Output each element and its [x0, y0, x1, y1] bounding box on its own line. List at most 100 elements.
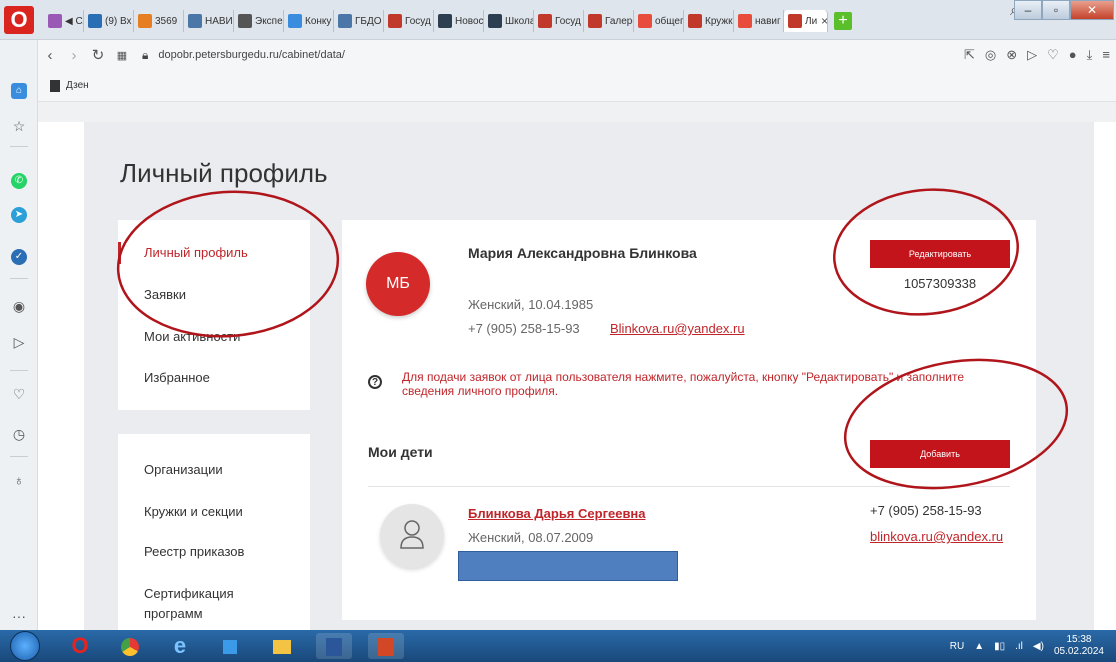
home-icon[interactable]: ⌂ [0, 80, 38, 99]
reload-icon[interactable]: ↻ [86, 46, 110, 64]
whatsapp-icon[interactable]: ✆ [0, 170, 38, 189]
profile-email-link[interactable]: Blinkova.ru@yandex.ru [610, 321, 745, 336]
tab-label: ◀ Сл [65, 15, 83, 27]
new-tab-button[interactable]: + [834, 12, 852, 30]
tab-label: Школа [505, 15, 534, 27]
powerpoint-taskbar-icon[interactable] [368, 633, 404, 659]
snapshot-icon[interactable]: ◎ [985, 47, 996, 63]
tab-favicon-icon [138, 14, 152, 28]
opera-menu-button[interactable]: O [4, 6, 34, 34]
redaction-box [458, 551, 678, 581]
profile-card: МБ Мария Александровна Блинкова Женский,… [342, 220, 1036, 620]
menu-item-activities[interactable]: Мои активности [144, 329, 240, 344]
volume-icon[interactable]: ◀) [1033, 641, 1044, 652]
menu-item-clubs[interactable]: Кружки и секции [144, 504, 243, 519]
sidebar-separator [10, 370, 28, 371]
tab-label: Новос [455, 15, 484, 27]
chrome-taskbar-icon[interactable] [112, 633, 148, 659]
ie-taskbar-icon[interactable]: e [162, 633, 198, 659]
tray-arrow-icon[interactable]: ▲ [974, 641, 984, 652]
tab-active[interactable]: Ли × [784, 10, 828, 32]
media-taskbar-icon[interactable] [212, 633, 248, 659]
heart-icon[interactable]: ♡ [1047, 47, 1059, 63]
maximize-button[interactable]: ▫ [1042, 0, 1070, 20]
more-icon[interactable]: ··· [0, 608, 38, 624]
lock-icon[interactable]: 🔒︎ [142, 48, 148, 63]
tab[interactable]: Госуд [534, 10, 584, 32]
tab[interactable]: Экспе [234, 10, 284, 32]
tab-favicon-icon [588, 14, 602, 28]
tab-favicon-icon [238, 14, 252, 28]
window-controls: – ▫ ✕ [1014, 0, 1114, 20]
play-icon[interactable]: ▷ [1027, 47, 1037, 63]
bookmarks-bar: Дзен [38, 70, 1116, 102]
tab[interactable]: общег [634, 10, 684, 32]
tab[interactable]: Новос [434, 10, 484, 32]
pin-icon[interactable]: ♁ [0, 472, 38, 488]
browser-tab-bar: O ◀ Сл (9) Вх 3569 НАВИ Экспе Конку ГБДО Госуд Н… [0, 0, 1116, 40]
menu-item-profile[interactable]: Личный профиль [144, 245, 248, 260]
tab-close-icon[interactable]: × [821, 14, 827, 28]
sidebar-separator [10, 146, 28, 147]
menu-item-applications[interactable]: Заявки [144, 287, 186, 302]
menu-item-favorites[interactable]: Избранное [144, 370, 210, 385]
tab[interactable]: навиг [734, 10, 784, 32]
speed-dial-icon[interactable]: ▦ [110, 49, 134, 62]
child-name-link[interactable]: Блинкова Дарья Сергеевна [468, 506, 646, 521]
tab[interactable]: 3569 [134, 10, 184, 32]
explorer-taskbar-icon[interactable] [264, 633, 300, 659]
url-field[interactable]: dopobr.petersburgedu.ru/cabinet/data/ [158, 49, 345, 61]
signal-icon[interactable]: .ıl [1015, 641, 1023, 652]
bookmark-dzen[interactable]: Дзен [66, 80, 89, 91]
tab-label: Галере [605, 15, 633, 27]
history-clock-icon[interactable]: ◷ [0, 426, 38, 443]
tab[interactable]: Кружк [684, 10, 734, 32]
tab[interactable]: ◀ Сл [44, 10, 84, 32]
tab[interactable]: НАВИ [184, 10, 234, 32]
tab[interactable]: Школа [484, 10, 534, 32]
tab[interactable]: Госуд [384, 10, 434, 32]
download-icon[interactable]: ⤓ [1087, 47, 1093, 63]
share-icon[interactable]: ⇱ [964, 47, 975, 63]
language-indicator[interactable]: RU [950, 641, 964, 652]
user-placeholder-icon [400, 520, 424, 549]
player-icon[interactable]: ▷ [0, 334, 38, 351]
tab-label: 3569 [155, 15, 178, 27]
tab-favicon-icon [388, 14, 402, 28]
adblock-icon[interactable]: ⊗ [1006, 47, 1017, 63]
minimize-button[interactable]: – [1014, 0, 1042, 20]
tab[interactable]: ГБДО [334, 10, 384, 32]
telegram-icon[interactable]: ➤ [0, 204, 38, 223]
clock[interactable]: 15:38 05.02.2024 [1054, 634, 1104, 658]
profile-icon[interactable]: ● [1069, 47, 1077, 63]
menu-item-organizations[interactable]: Организации [144, 462, 223, 477]
tab-label: Госуд [555, 15, 581, 27]
back-icon[interactable]: ‹ [38, 47, 62, 64]
tab-label: Экспе [255, 15, 283, 27]
close-window-button[interactable]: ✕ [1070, 0, 1114, 20]
profile-phone: +7 (905) 258-15-93 [468, 321, 580, 336]
child-gender-dob: Женский, 08.07.2009 [468, 530, 594, 545]
network-icon[interactable]: ▮▯ [994, 641, 1005, 652]
bookmarks-star-icon[interactable]: ☆ [0, 118, 38, 135]
tab-label: Госуд [405, 15, 431, 27]
edit-profile-button[interactable]: Редактировать [870, 240, 1010, 268]
child-avatar [380, 504, 444, 568]
tab[interactable]: (9) Вх [84, 10, 134, 32]
child-email-link[interactable]: blinkova.ru@yandex.ru [870, 529, 1003, 544]
opera-taskbar-icon[interactable]: O [62, 633, 98, 659]
start-button[interactable] [10, 631, 40, 661]
tab-strip: ◀ Сл (9) Вх 3569 НАВИ Экспе Конку ГБДО Госуд Нов… [44, 10, 852, 32]
tab[interactable]: Конку [284, 10, 334, 32]
vk-icon[interactable]: ✓ [0, 246, 38, 265]
forward-icon[interactable]: › [62, 47, 86, 64]
favorites-heart-icon[interactable]: ♡ [0, 386, 38, 403]
add-child-button[interactable]: Добавить [870, 440, 1010, 468]
menu-item-certification[interactable]: Сертификация программ [144, 584, 264, 624]
easy-setup-icon[interactable]: ≡ [1102, 47, 1110, 63]
tab[interactable]: Галере [584, 10, 634, 32]
word-taskbar-icon[interactable] [316, 633, 352, 659]
menu-item-orders-registry[interactable]: Реестр приказов [144, 544, 244, 559]
music-icon[interactable]: ◉ [0, 298, 38, 315]
page-title: Личный профиль [120, 158, 328, 188]
